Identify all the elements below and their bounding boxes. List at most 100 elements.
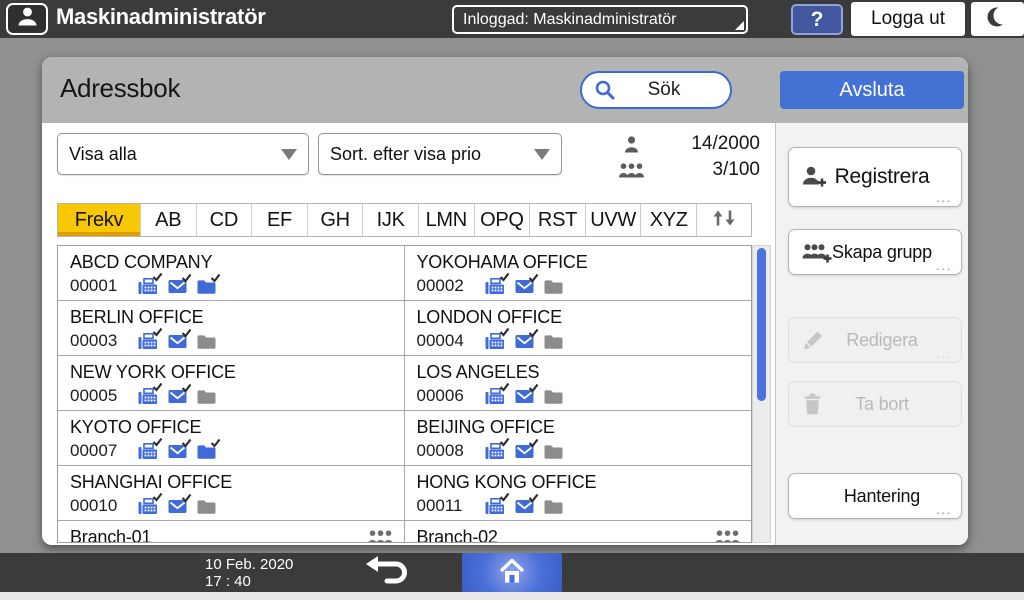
check-icon [181, 328, 192, 338]
fax-icon [138, 327, 163, 350]
group-icon [602, 162, 660, 178]
tab-frekv[interactable]: Frekv [58, 204, 140, 236]
email-icon [168, 493, 192, 514]
home-button[interactable] [462, 553, 562, 592]
dropdown-corner-icon [735, 21, 744, 30]
entry-id: 00008 [416, 441, 464, 460]
folder-icon [544, 499, 563, 514]
contact-cell[interactable]: HONG KONG OFFICE 00011 [404, 466, 751, 521]
check-icon [181, 493, 192, 503]
registration-counts: 14/2000 3/100 [602, 131, 760, 183]
folder-icon [197, 499, 216, 514]
user-icon [17, 7, 38, 31]
check-icon [528, 438, 539, 448]
contact-cell[interactable]: LONDON OFFICE 00004 [404, 301, 751, 356]
folder-icon [197, 438, 221, 459]
tab-ef[interactable]: EF [251, 204, 307, 236]
contact-cell[interactable]: ABCD COMPANY 00001 [58, 246, 405, 301]
display-filter-dropdown[interactable]: Visa alla [57, 133, 309, 175]
folder-icon [544, 279, 563, 294]
check-icon [499, 272, 510, 282]
tab-rst[interactable]: RST [529, 204, 585, 236]
check-icon [499, 437, 510, 447]
fax-icon [138, 437, 163, 460]
logout-button[interactable]: Logga ut [851, 2, 965, 36]
contact-cell[interactable]: YOKOHAMA OFFICE 00002 [404, 246, 751, 301]
back-button[interactable] [358, 555, 414, 590]
contact-cell[interactable]: BEIJING OFFICE 00008 [404, 411, 751, 466]
help-button[interactable]: ? [791, 4, 843, 35]
check-icon [528, 383, 539, 393]
entry-name: LOS ANGELES [416, 362, 540, 382]
register-button[interactable]: Registrera ... [788, 147, 962, 207]
tab-ijk[interactable]: IJK [362, 204, 418, 236]
more-indicator: ... [935, 189, 952, 205]
action-label: Skapa grupp [832, 241, 932, 262]
entry-name: LONDON OFFICE [416, 307, 563, 327]
check-icon [499, 492, 510, 502]
check-icon [528, 273, 539, 283]
user-count: 14/2000 [691, 133, 760, 154]
person-add-icon [802, 166, 827, 188]
switch-view-button[interactable] [696, 204, 751, 236]
entry-name: ABCD COMPANY [70, 252, 213, 272]
logout-label: Logga ut [871, 8, 945, 29]
tab-opq[interactable]: OPQ [473, 204, 530, 236]
entry-name: HONG KONG OFFICE [416, 472, 597, 492]
tab-xyz[interactable]: XYZ [640, 204, 696, 236]
group-cell[interactable]: Branch-01 [58, 521, 405, 542]
search-icon [594, 79, 616, 101]
help-label: ? [810, 7, 824, 31]
logged-in-user-dropdown[interactable]: Inloggad: Maskinadministratör [452, 5, 748, 34]
more-indicator: ... [935, 345, 952, 361]
group-cell[interactable]: Branch-02 [404, 521, 751, 542]
contact-cell[interactable]: NEW YORK OFFICE 00005 [58, 356, 405, 411]
create-group-button[interactable]: Skapa grupp ... [788, 229, 962, 275]
entry-id: 00006 [416, 386, 464, 405]
sort-dropdown[interactable]: Sort. efter visa prio [318, 133, 562, 175]
fax-icon [485, 382, 509, 405]
contact-cell[interactable]: SHANGHAI OFFICE 00010 [58, 466, 405, 521]
email-icon [515, 438, 538, 459]
management-button[interactable]: Hantering ... [788, 473, 962, 519]
folder-icon [197, 389, 216, 404]
check-icon [528, 493, 539, 503]
panel-body: Visa alla Sort. efter visa prio 14/2000 [42, 123, 968, 545]
more-indicator: ... [935, 501, 952, 517]
address-book-panel: Adressbok Sök Avsluta Visa alla Sort. ef… [42, 57, 968, 545]
tab-uvw[interactable]: UVW [584, 204, 641, 236]
tab-cd[interactable]: CD [195, 204, 252, 236]
tab-lmn[interactable]: LMN [417, 204, 474, 236]
contact-cell[interactable]: KYOTO OFFICE 00007 [58, 411, 405, 466]
exit-button[interactable]: Avsluta [780, 71, 964, 109]
action-column: Registrera ... Skapa grupp ... Redigera … [775, 123, 968, 545]
moon-icon [985, 4, 1011, 35]
sleep-mode-button[interactable] [971, 2, 1024, 36]
device-screen: Maskinadministratör Inloggad: Maskinadmi… [0, 0, 1024, 600]
tab-ab[interactable]: AB [139, 204, 196, 236]
group-icon [714, 530, 741, 542]
email-icon [515, 493, 538, 514]
contact-cell[interactable]: LOS ANGELES 00006 [404, 356, 751, 411]
user-account-button[interactable] [6, 3, 48, 35]
email-icon [168, 383, 192, 404]
display-filter-value: Visa alla [69, 143, 137, 164]
tab-gh[interactable]: GH [306, 204, 363, 236]
fax-icon [485, 272, 509, 295]
email-icon [515, 273, 538, 294]
entry-name: NEW YORK OFFICE [70, 362, 236, 382]
date-label: 10 Feb. 2020 [205, 556, 294, 573]
folder-icon [197, 334, 216, 349]
screen-bottom-strip [0, 592, 1024, 600]
delete-button: Ta bort [788, 381, 962, 427]
check-icon [528, 328, 539, 338]
check-icon [210, 273, 221, 283]
entry-name: BEIJING OFFICE [416, 417, 555, 437]
scrollbar-thumb[interactable] [757, 248, 766, 401]
group-count-row: 3/100 [602, 157, 760, 183]
search-button[interactable]: Sök [580, 71, 732, 109]
fax-icon [485, 492, 509, 515]
scrollbar[interactable] [752, 245, 771, 543]
contact-cell[interactable]: BERLIN OFFICE 00003 [58, 301, 405, 356]
trash-icon [802, 393, 823, 415]
